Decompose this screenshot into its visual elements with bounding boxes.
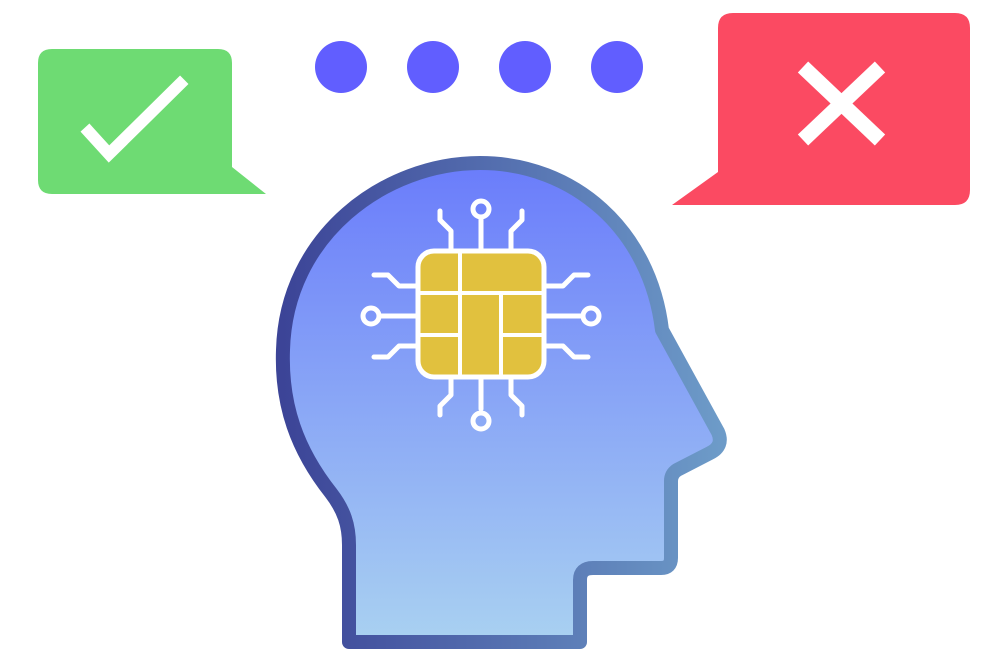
- illustration-svg: [38, 13, 970, 649]
- reject-speech-bubble: [672, 13, 970, 205]
- approve-bubble-shape: [38, 49, 266, 194]
- approve-speech-bubble: [38, 49, 266, 194]
- thinking-dot: [499, 41, 551, 93]
- human-head-profile: [275, 156, 727, 649]
- thinking-dot: [407, 41, 459, 93]
- chip-body: [415, 248, 547, 380]
- thinking-dot: [315, 41, 367, 93]
- ai-decision-illustration: [0, 0, 994, 650]
- thinking-dot: [591, 41, 643, 93]
- reject-bubble-shape: [672, 13, 970, 205]
- thinking-dots: [315, 41, 643, 93]
